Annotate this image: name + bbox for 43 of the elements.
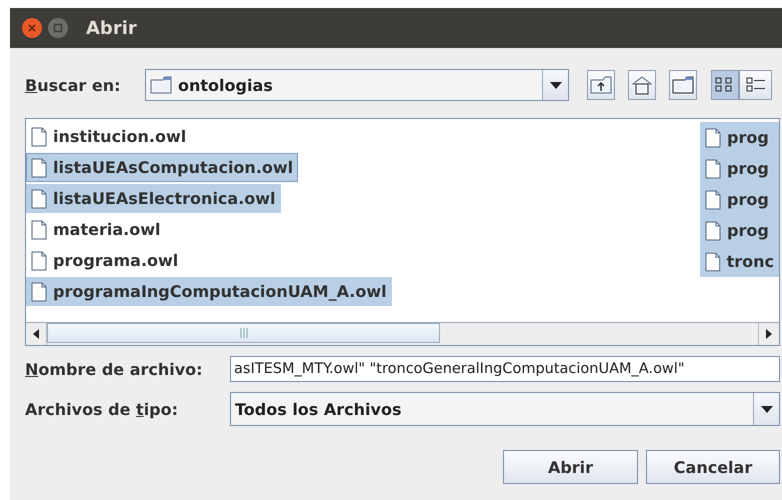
folder-dropdown[interactable]: ontologias xyxy=(145,69,569,101)
file-icon xyxy=(31,250,47,270)
file-icon xyxy=(31,220,47,240)
file-icon xyxy=(31,188,47,208)
file-item[interactable]: prog xyxy=(700,153,779,184)
list-icon xyxy=(746,76,766,94)
file-item[interactable]: listaUEAsComputacion.owl xyxy=(26,153,298,182)
file-icon xyxy=(31,282,47,302)
file-item[interactable]: listaUEAsElectronica.owl xyxy=(26,184,281,213)
file-icon xyxy=(31,126,47,146)
scrollbar-thumb[interactable] xyxy=(47,323,440,343)
field-label: Archivos de tipo: xyxy=(25,400,180,418)
file-icon xyxy=(705,252,721,272)
file-item[interactable]: prog xyxy=(700,215,779,246)
file-type-dropdown[interactable]: Todos los Archivos xyxy=(230,392,780,426)
field-label: Nombre de archivo: xyxy=(25,360,204,378)
dialog-button[interactable]: Cancelar xyxy=(646,450,780,484)
up-folder-button[interactable] xyxy=(587,70,615,100)
window-title: Abrir xyxy=(86,18,137,38)
list-view-button[interactable] xyxy=(711,70,739,100)
details-view-button[interactable] xyxy=(739,70,772,100)
file-icon xyxy=(31,158,47,178)
horizontal-scrollbar[interactable] xyxy=(26,322,779,345)
file-name-field[interactable]: asITESM_MTY.owl" "troncoGeneralIngComputacionUAM_A.owl" xyxy=(230,356,780,382)
file-item[interactable]: prog xyxy=(700,122,779,153)
file-icon xyxy=(705,220,721,240)
file-item[interactable]: prog xyxy=(700,184,779,215)
folder-icon xyxy=(150,76,172,94)
file-item[interactable]: materia.owl xyxy=(26,215,166,244)
folder-name: ontologias xyxy=(178,76,274,94)
new-folder-button[interactable] xyxy=(669,70,697,100)
close-icon[interactable] xyxy=(22,18,42,38)
file-item[interactable]: programaIngComputacionUAM_A.owl xyxy=(26,277,392,306)
file-item[interactable]: programa.owl xyxy=(26,246,184,275)
file-item[interactable]: institucion.owl xyxy=(26,122,192,151)
home-button[interactable] xyxy=(628,70,656,100)
file-icon xyxy=(705,190,721,210)
file-icon xyxy=(705,128,721,148)
field-label: Buscar en: xyxy=(25,76,122,94)
file-item[interactable]: tronc xyxy=(700,246,779,277)
file-icon xyxy=(705,158,721,178)
dialog-button[interactable]: Abrir xyxy=(503,450,638,484)
file-type-value: Todos los Archivos xyxy=(235,400,402,418)
